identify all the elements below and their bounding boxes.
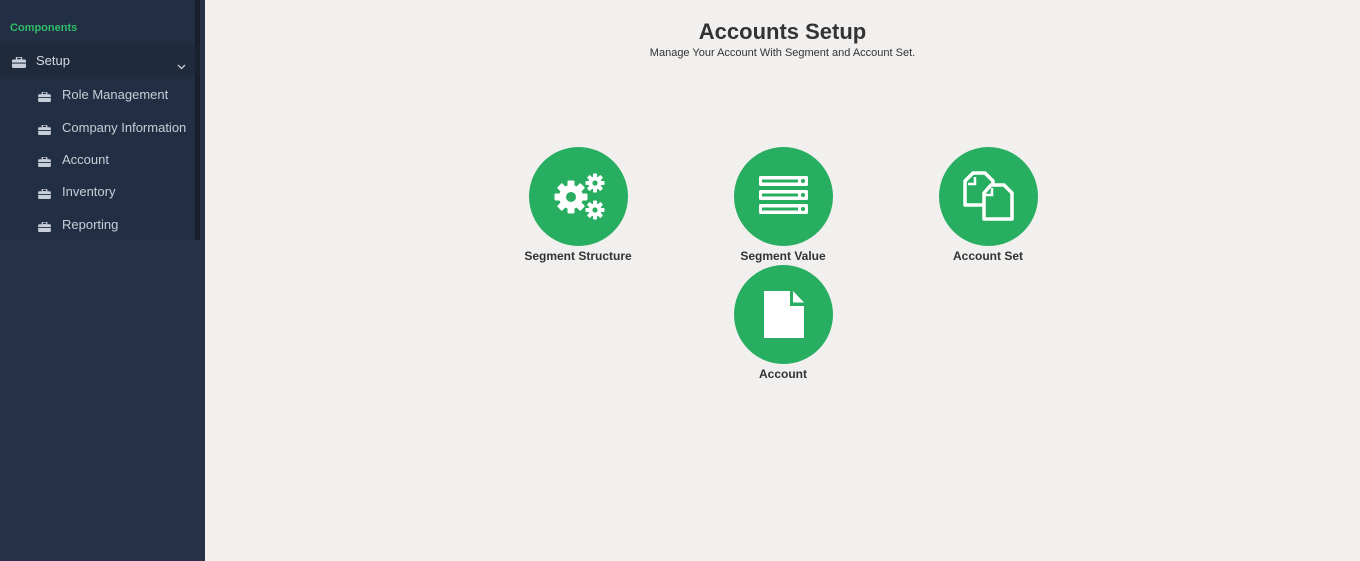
sidebar-item-label: Account: [62, 152, 109, 167]
briefcase-icon: [12, 55, 26, 73]
tile-circle[interactable]: [733, 265, 833, 364]
briefcase-icon: [38, 89, 51, 107]
page-title: Accounts Setup: [698, 19, 867, 44]
sidebar: Components Setup Role Management Company…: [0, 0, 205, 561]
sidebar-item-reporting[interactable]: Reporting: [0, 210, 195, 240]
sidebar-group-label: Setup: [36, 53, 70, 68]
sidebar-menu: Components Setup Role Management Company…: [0, 0, 200, 240]
tile-circle[interactable]: [528, 147, 628, 246]
sidebar-group-setup[interactable]: Setup: [0, 44, 195, 77]
tile-circle[interactable]: [938, 147, 1038, 246]
tile-segment-structure[interactable]: Segment Structure: [508, 147, 648, 263]
tile-label: Segment Structure: [524, 249, 632, 263]
page-subtitle: Manage Your Account With Segment and Acc…: [649, 47, 916, 59]
sidebar-item-label: Reporting: [62, 217, 119, 232]
tile-label: Segment Value: [740, 249, 826, 263]
briefcase-icon: [38, 219, 51, 237]
tile-segment-value[interactable]: Segment Value: [713, 147, 853, 263]
sidebar-scrollbar[interactable]: [195, 0, 200, 240]
sidebar-item-role-management[interactable]: Role Management: [0, 80, 195, 110]
briefcase-icon: [38, 186, 51, 204]
sidebar-item-label: Company Information: [62, 120, 187, 135]
sidebar-item-label: Inventory: [62, 184, 116, 199]
tile-label: Account Set: [952, 249, 1023, 263]
chevron-down-icon[interactable]: [177, 57, 186, 75]
tile-circle[interactable]: [733, 147, 833, 246]
sidebar-item-company-information[interactable]: Company Information: [0, 113, 195, 143]
tile-account-set[interactable]: Account Set: [918, 147, 1058, 263]
briefcase-icon: [38, 122, 51, 140]
tile-label: Account: [759, 367, 807, 381]
briefcase-icon: [38, 154, 51, 172]
sidebar-item-label: Role Management: [62, 87, 169, 102]
sidebar-item-account[interactable]: Account: [0, 145, 195, 175]
tile-account[interactable]: Account: [713, 265, 853, 381]
sidebar-item-inventory[interactable]: Inventory: [0, 177, 195, 207]
sidebar-section-title: Components: [10, 22, 78, 34]
